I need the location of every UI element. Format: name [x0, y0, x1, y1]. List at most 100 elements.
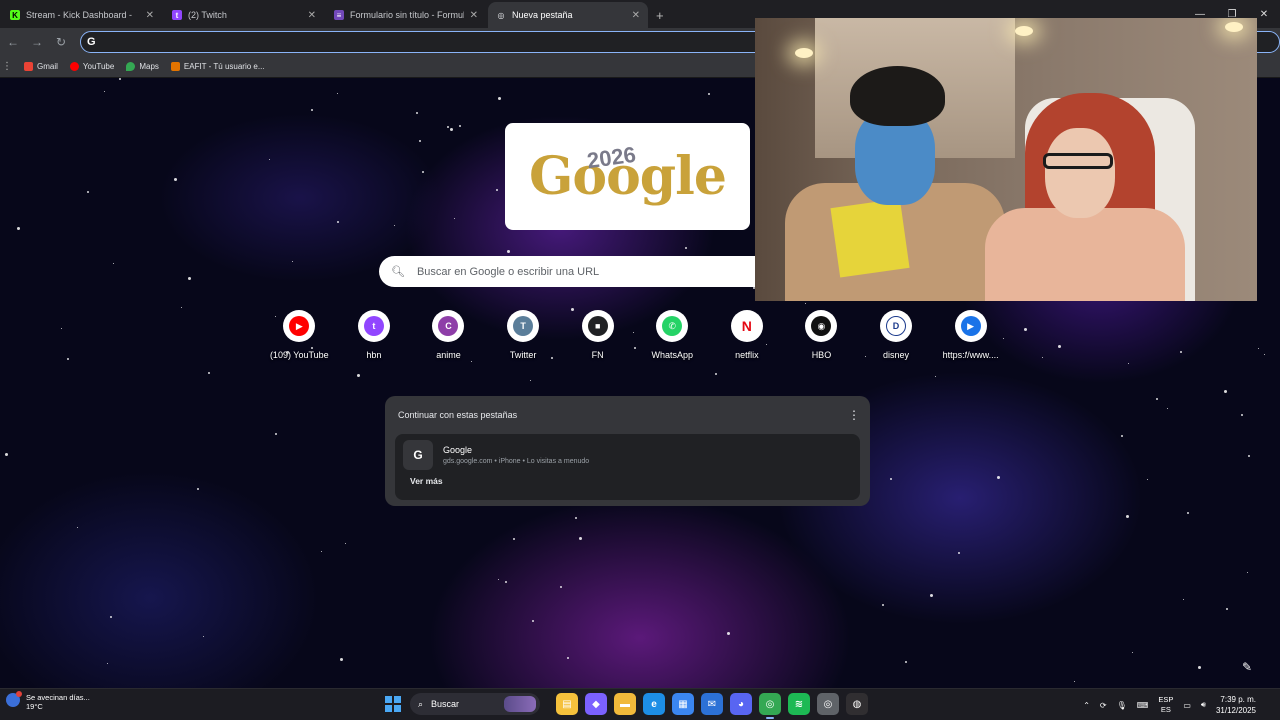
shortcut-youtube[interactable]: ▶ (109) YouTube — [262, 310, 337, 360]
chrome-icon[interactable]: ◎ — [759, 693, 781, 719]
twitch-icon: t — [363, 316, 384, 336]
google-doodle[interactable]: Google 2026 — [505, 123, 750, 230]
taskbar-search[interactable]: ⌕ Buscar — [410, 693, 540, 715]
star — [1182, 599, 1184, 601]
star — [320, 551, 322, 553]
chrome-alt-icon[interactable]: ◎ — [817, 693, 839, 715]
close-icon[interactable]: ✕ — [632, 10, 640, 21]
star — [684, 247, 687, 250]
weather-temp: 19°C — [26, 702, 43, 711]
forward-icon[interactable]: → — [28, 35, 46, 49]
shortcut-disney[interactable]: D disney — [859, 310, 934, 360]
play-icon: ▶ — [960, 316, 981, 336]
keyboard-icon[interactable]: ⌨ — [1137, 701, 1149, 710]
twitch-icon: t — [172, 10, 182, 20]
continue-item[interactable]: G Google gds.google.com • iPhone • Lo vi… — [395, 434, 860, 500]
shortcuts-grid: ▶ (109) YouTube t hbn C anime T Twitter … — [262, 310, 1008, 360]
bookmark-gmail[interactable]: Gmail — [24, 62, 58, 71]
address-input[interactable] — [101, 36, 702, 48]
shortcut-whatsapp[interactable]: ✆ WhatsApp — [635, 310, 710, 360]
tab-twitch[interactable]: t (2) Twitch ✕ — [164, 2, 324, 28]
youtube-icon — [69, 62, 79, 71]
see-more-link[interactable]: Ver más — [403, 476, 852, 486]
file-explorer-icon[interactable]: ▤ — [556, 693, 578, 715]
webcam-overlay — [755, 18, 1257, 301]
clock[interactable]: 7:39 p. m. 31/12/2025 — [1216, 694, 1256, 716]
shortcut-label: anime — [436, 350, 461, 360]
customize-pencil-icon[interactable]: ✎ — [1242, 660, 1252, 674]
star — [1179, 350, 1182, 353]
language-indicator[interactable]: ESP ES — [1158, 695, 1173, 715]
star — [1125, 515, 1129, 519]
star — [17, 226, 21, 230]
sync-icon[interactable]: ⟳ — [1100, 701, 1107, 710]
close-icon[interactable]: ✕ — [470, 10, 478, 21]
tab-title: (2) Twitch — [188, 10, 227, 20]
discord-icon[interactable]: ◕ — [730, 693, 752, 715]
eafit-icon — [170, 62, 180, 71]
star — [470, 360, 472, 362]
star — [1128, 363, 1130, 365]
chevron-up-icon[interactable]: ⌃ — [1083, 701, 1090, 710]
star — [904, 660, 907, 663]
webcam-shirt-print — [830, 198, 910, 278]
microphone-icon[interactable]: 🎙︎ — [1117, 701, 1127, 710]
obs-icon[interactable]: ◍ — [846, 693, 868, 715]
more-options-icon[interactable]: ⋮ — [848, 408, 860, 422]
star — [1156, 398, 1159, 401]
star — [1121, 435, 1124, 438]
maps-icon — [126, 62, 136, 71]
star — [1024, 327, 1028, 331]
back-icon[interactable]: ← — [4, 35, 22, 49]
shortcut-hbo[interactable]: ◉ HBO — [784, 310, 859, 360]
close-icon[interactable]: ✕ — [146, 10, 154, 21]
youtube-icon: ▶ — [289, 316, 310, 336]
shortcut-fn[interactable]: ■ FN — [560, 310, 635, 360]
bookmark-label: Gmail — [37, 62, 58, 71]
shortcut-netflix[interactable]: N netflix — [710, 310, 785, 360]
network-icon[interactable]: ▭ — [1183, 701, 1191, 710]
star — [337, 92, 339, 94]
bookmark-eafit[interactable]: EAFIT - Tú usuario e... — [170, 62, 265, 71]
star — [1131, 652, 1133, 654]
google-search-box[interactable]: 🔍︎ Buscar en Google o escribir una URL — [379, 256, 755, 287]
star — [208, 371, 211, 374]
volume-icon[interactable]: 🔊︎ — [1201, 700, 1206, 710]
system-tray: ⌃ ⟳ 🎙︎ ⌨ ESP ES ▭ 🔊︎ 7:39 p. m. 31/12/20… — [1083, 689, 1280, 720]
star — [707, 92, 710, 95]
apps-icon[interactable]: ⋮ — [2, 61, 12, 72]
copilot-icon[interactable]: ◆ — [585, 693, 607, 715]
search-icon: 🔍︎ — [391, 266, 405, 278]
webcam-face-right — [1045, 128, 1115, 218]
bookmark-youtube[interactable]: YouTube — [69, 62, 115, 71]
reload-icon[interactable]: ↻ — [52, 35, 70, 49]
spotify-icon[interactable]: ≋ — [788, 693, 810, 715]
shortcut-https[interactable]: ▶ https://www.... — [933, 310, 1008, 360]
edge-icon[interactable]: e — [643, 693, 665, 715]
close-icon[interactable]: ✕ — [308, 10, 316, 21]
taskbar-search-label: Buscar — [431, 699, 460, 709]
new-tab-button[interactable]: + — [656, 2, 664, 28]
shortcut-anime[interactable]: C anime — [411, 310, 486, 360]
star — [336, 221, 339, 224]
mail-icon[interactable]: ✉ — [701, 693, 723, 715]
shortcut-label: (109) YouTube — [269, 350, 329, 360]
star — [1042, 356, 1044, 358]
star — [310, 108, 313, 111]
star — [446, 126, 449, 129]
forms-icon: ≡ — [334, 10, 344, 20]
bookmark-maps[interactable]: Maps — [126, 62, 159, 71]
tab-kick-dashboard[interactable]: K Stream - Kick Dashboard - ✕ — [2, 2, 162, 28]
weather-widget[interactable]: Se avecinan días... 19°C — [6, 691, 90, 711]
start-icon[interactable] — [382, 693, 404, 715]
star — [1248, 455, 1251, 458]
shortcut-twitter[interactable]: T Twitter — [486, 310, 561, 360]
folder-icon[interactable]: ▬ — [614, 693, 636, 715]
tab-new-tab[interactable]: ◎ Nueva pestaña ✕ — [488, 2, 648, 28]
tab-formulario[interactable]: ≡ Formulario sin título - Formula ✕ — [326, 2, 486, 28]
store-icon[interactable]: ▦ — [672, 693, 694, 715]
star — [881, 603, 884, 606]
shortcut-hbn[interactable]: t hbn — [337, 310, 412, 360]
star — [727, 631, 731, 635]
bookmark-label: YouTube — [82, 62, 115, 71]
